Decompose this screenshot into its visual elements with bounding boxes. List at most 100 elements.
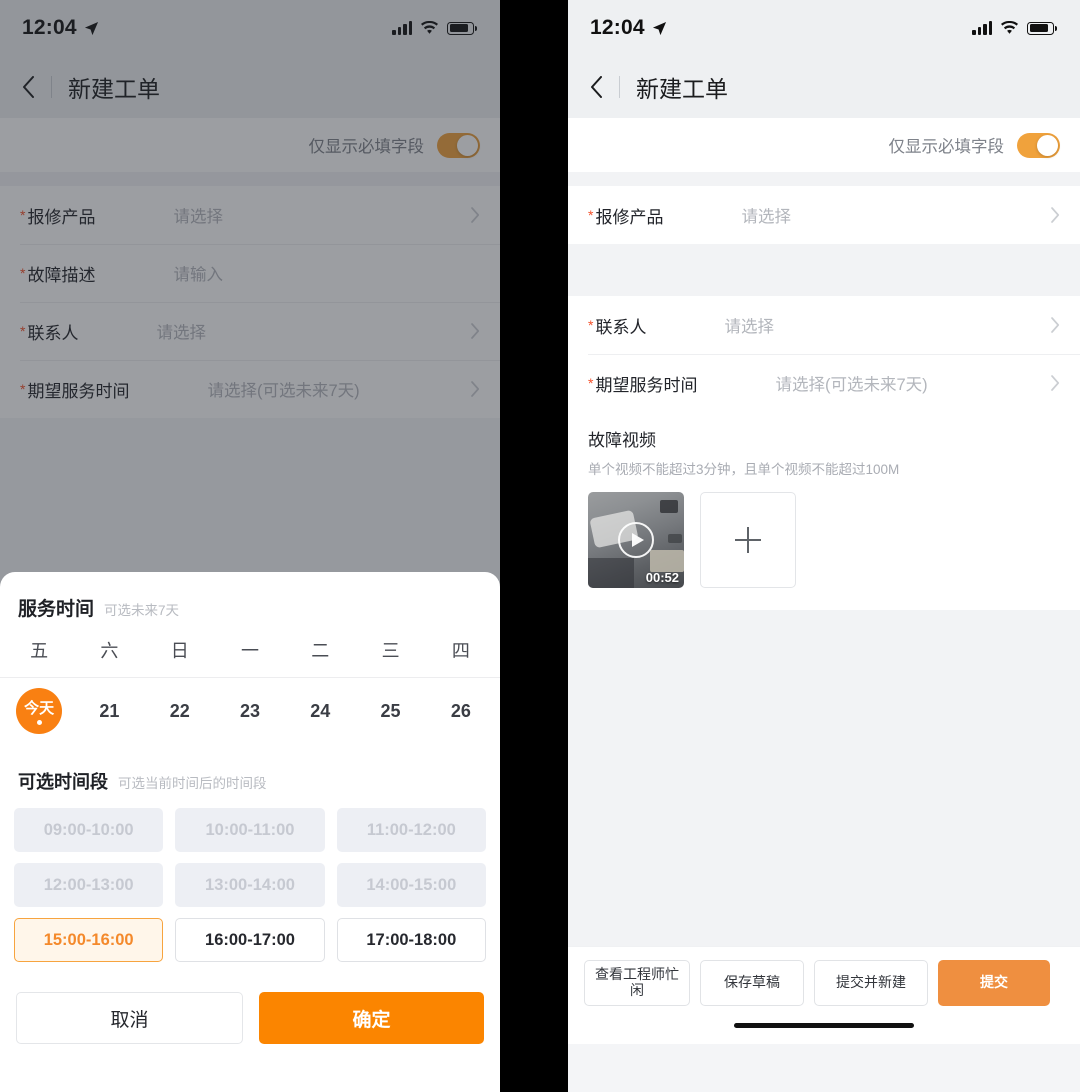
play-circle-icon[interactable] [618, 522, 654, 558]
cancel-button[interactable]: 取消 [16, 992, 243, 1044]
screenshot-stage: 12:04 新建工单 仅显示必填字段 * 报修产品 请选择 * 故障描述 请输入 * 联系人请… [0, 0, 1080, 1092]
time-slot-grid: 09:00-10:00 10:00-11:00 11:00-12:00 12:00-1… [0, 808, 500, 962]
time-slot-free[interactable]: 16:00-17:00 [175, 918, 325, 962]
date-selector-row: 今天 21 22 23 24 25 26 [0, 688, 500, 742]
sheet-header: 服务时间 可选未来7天 [0, 594, 500, 637]
back-icon[interactable] [590, 76, 603, 98]
wifi-icon [1001, 21, 1018, 34]
required-asterisk: * [588, 375, 594, 391]
weekday-label-5: 三 [381, 641, 400, 661]
sheet-title: 服务时间 [18, 599, 95, 620]
action-button[interactable]: 保存草稿 [700, 960, 804, 1006]
chevron-right-icon [1051, 207, 1060, 223]
nav-divider [619, 76, 620, 98]
date-cell-1[interactable]: 21 [74, 701, 144, 722]
chevron-right-icon [1051, 375, 1060, 391]
date-label: 22 [169, 700, 190, 721]
home-indicator [734, 1022, 914, 1028]
time-slot-disabled: 13:00-14:00 [175, 863, 325, 907]
date-cell-5[interactable]: 25 [355, 701, 425, 722]
form-row[interactable]: * 联系人 请选择 [568, 296, 1080, 354]
date-cell-6[interactable]: 26 [426, 701, 496, 722]
video-section-title: 故障视频 [588, 431, 656, 450]
weekday-label-4: 二 [311, 641, 330, 661]
video-thumbnail[interactable]: 00:52 [588, 492, 684, 588]
bottom-action-bar: 查看工程师忙闲 保存草稿 提交并新建 提交 [568, 946, 1080, 1006]
date-label: 今天 [24, 700, 55, 717]
fault-video-section: 故障视频 单个视频不能超过3分钟，且单个视频不能超过100M 00:52 [568, 412, 1080, 610]
weekday-label-3: 一 [240, 641, 259, 661]
chevron-right-icon [1051, 317, 1060, 333]
form-row[interactable]: * 报修产品 请选择 [568, 186, 1080, 244]
form-row-label: 期望服务时间 [595, 375, 698, 395]
thumb-shape-4 [650, 550, 684, 572]
time-slot-disabled: 12:00-13:00 [14, 863, 164, 907]
calendar-divider [0, 677, 500, 678]
time-slot-disabled: 14:00-15:00 [336, 863, 486, 907]
add-video-button[interactable] [700, 492, 796, 588]
date-label: 24 [310, 700, 331, 721]
sheet-action-row: 取消 确定 [0, 962, 500, 1044]
slots-title: 可选时间段 [18, 772, 108, 792]
required-only-switch-right[interactable] [1017, 132, 1060, 158]
time-slot-free[interactable]: 17:00-18:00 [336, 918, 486, 962]
form-row[interactable]: * 期望服务时间 请选择(可选未来7天) [568, 354, 1080, 412]
form-row-value: 请选择 [724, 318, 774, 336]
date-cell-4[interactable]: 24 [285, 701, 355, 722]
date-dot-indicator [36, 720, 42, 725]
slots-subtitle: 可选当前时间后的时间段 [118, 776, 267, 791]
video-section-hint: 单个视频不能超过3分钟，且单个视频不能超过100M [588, 462, 900, 477]
status-bar-right: 12:04 [568, 0, 1080, 56]
form-row-label: 联系人 [595, 317, 647, 337]
product-form-card: * 报修产品 请选择 [568, 186, 1080, 244]
weekday-label-6: 四 [451, 641, 470, 661]
form-row-label: 报修产品 [595, 207, 664, 227]
required-only-toggle-row-right: 仅显示必填字段 [568, 118, 1080, 172]
date-cell-0[interactable]: 今天 [4, 688, 74, 734]
video-duration: 00:52 [645, 570, 679, 585]
right-phone-screen: 12:04 新建工单 仅显示必填字段 * 报修产品 请选择 * 联系人 请选择 * 期望服务… [568, 0, 1080, 1092]
date-label: 25 [380, 700, 401, 721]
weekday-header-row: 五六日一二三四 [0, 637, 500, 677]
section-gap-large [568, 244, 1080, 296]
date-label: 23 [239, 700, 260, 721]
service-time-sheet: 服务时间 可选未来7天 五 六 日 一 二 三 四 今天 21 22 23 24 25 26 可选时间段… [0, 572, 500, 1092]
action-button[interactable]: 提交 [938, 960, 1050, 1006]
time-slot-disabled: 10:00-11:00 [175, 808, 325, 852]
slots-header: 可选时间段 可选当前时间后的时间段 [0, 742, 500, 808]
confirm-button[interactable]: 确定 [259, 992, 484, 1044]
weekday-label-2: 日 [170, 641, 189, 661]
sheet-subtitle: 可选未来7天 [104, 603, 180, 618]
form-row-value: 请选择(可选未来7天) [775, 376, 928, 394]
cellular-signal-icon [972, 21, 992, 35]
date-today-selected[interactable]: 今天 [16, 688, 63, 734]
thumb-shape-2 [660, 500, 678, 513]
thumb-shape-3 [668, 534, 682, 543]
section-gap [568, 172, 1080, 186]
battery-icon [1027, 21, 1058, 35]
content-filler [568, 610, 1080, 946]
contact-form-card: * 联系人 请选择 * 期望服务时间 请选择(可选未来7天) [568, 296, 1080, 412]
date-label: 26 [450, 700, 471, 721]
weekday-label-0: 五 [30, 641, 49, 661]
weekday-label-1: 六 [100, 641, 119, 661]
action-button[interactable]: 提交并新建 [814, 960, 928, 1006]
required-asterisk: * [588, 317, 594, 333]
required-asterisk: * [588, 207, 594, 223]
action-button[interactable]: 查看工程师忙闲 [584, 960, 690, 1006]
switch-knob [1037, 134, 1058, 156]
video-thumb-row: 00:52 [588, 492, 1060, 588]
status-bar-time-group-right: 12:04 [590, 16, 667, 40]
form-row-value: 请选择 [741, 208, 791, 226]
left-phone-screen: 12:04 新建工单 仅显示必填字段 * 报修产品 请选择 * 故障描述 请输入 * 联系人请… [0, 0, 500, 1092]
date-cell-2[interactable]: 22 [145, 701, 215, 722]
date-label: 21 [99, 700, 120, 721]
required-only-label-right: 仅显示必填字段 [888, 138, 1005, 156]
location-arrow-icon [652, 21, 666, 35]
time-slot-disabled: 11:00-12:00 [336, 808, 486, 852]
time-slot-selected[interactable]: 15:00-16:00 [14, 918, 164, 962]
date-cell-3[interactable]: 23 [215, 701, 285, 722]
status-time-right: 12:04 [590, 16, 645, 39]
status-bar-indicators-right [972, 21, 1058, 35]
nav-bar-right: 新建工单 [568, 56, 1080, 118]
